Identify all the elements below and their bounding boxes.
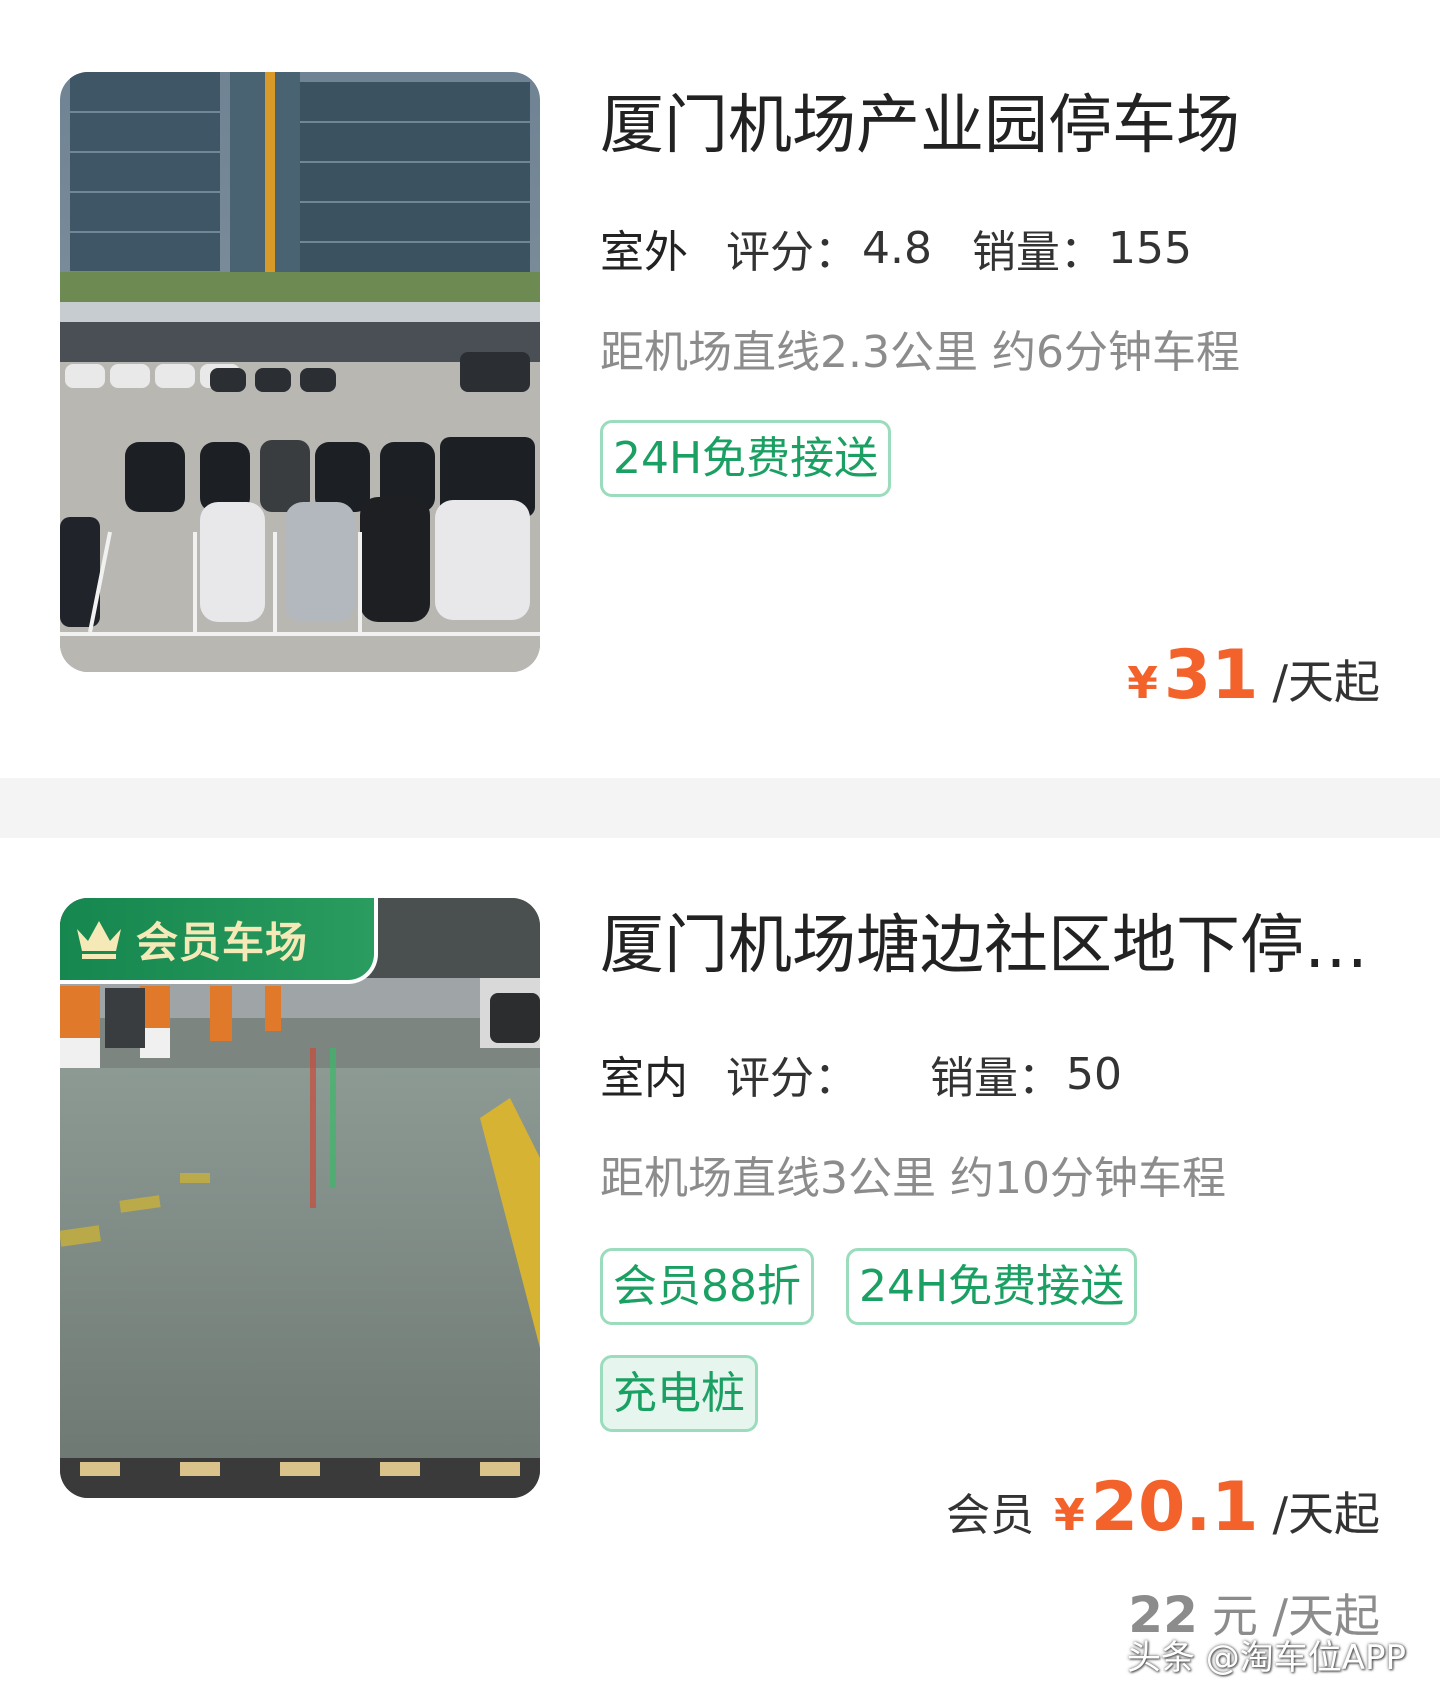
currency-symbol: ¥ bbox=[1054, 1490, 1085, 1541]
lot-type: 室内 bbox=[600, 1042, 696, 1114]
currency-symbol: ¥ bbox=[1127, 658, 1158, 709]
lot-distance: 距机场直线2.3公里 约6分钟车程 bbox=[600, 327, 1240, 378]
lot-type: 室外 bbox=[600, 216, 696, 288]
price-unit: /天起 bbox=[1272, 655, 1381, 709]
tag-free-shuttle: 24H免费接送 bbox=[846, 1248, 1138, 1325]
watermark-text: 头条 @淘车位APP bbox=[1126, 1638, 1406, 1678]
tag-member-discount: 会员88折 bbox=[600, 1248, 814, 1325]
sales-label: 销量： bbox=[971, 227, 1104, 278]
lot-tags: 会员88折 24H免费接送 充电桩 bbox=[600, 1248, 1320, 1432]
tag-free-shuttle: 24H免费接送 bbox=[600, 420, 892, 497]
sales-value: 155 bbox=[1107, 222, 1192, 274]
rating-label: 评分： bbox=[726, 227, 858, 278]
lot-meta: 室内 评分： 销量： 50 bbox=[600, 1042, 1122, 1114]
rating-value: 4.8 bbox=[862, 222, 932, 274]
underground-garage-photo[interactable]: 会员车场 bbox=[60, 898, 540, 1498]
sales-label: 销量： bbox=[930, 1053, 1062, 1104]
lot-distance: 距机场直线3公里 约10分钟车程 bbox=[600, 1153, 1226, 1204]
member-lot-badge: 会员车场 bbox=[60, 898, 378, 984]
lot-price: ¥ 31 /天起 bbox=[1127, 636, 1380, 715]
price-value: 20.1 bbox=[1090, 1468, 1259, 1547]
lot-name[interactable]: 厦门机场塘边社区地下停… bbox=[600, 908, 1370, 985]
rating-label: 评分： bbox=[726, 1053, 858, 1104]
parking-card[interactable]: 会员车场 厦门机场塘边社区地下停… 室内 评分： 销量： 50 距机场直线3公里… bbox=[0, 838, 1440, 1701]
parking-card[interactable]: 厦门机场产业园停车场 室外 评分： 4.8 销量： 155 距机场直线2.3公里… bbox=[0, 0, 1440, 778]
tag-charging-pile: 充电桩 bbox=[600, 1355, 758, 1432]
garage-illustration bbox=[60, 898, 540, 1498]
crown-icon bbox=[77, 921, 121, 959]
parking-lot-illustration bbox=[60, 72, 540, 672]
lot-meta: 室外 评分： 4.8 销量： 155 bbox=[600, 216, 1192, 288]
member-lot-label: 会员车场 bbox=[136, 917, 309, 967]
sales-value: 50 bbox=[1066, 1048, 1122, 1100]
lot-member-price: 会员 ¥ 20.1 /天起 bbox=[946, 1468, 1380, 1547]
price-value: 31 bbox=[1163, 636, 1259, 715]
member-price-label: 会员 bbox=[946, 1490, 1035, 1541]
lot-name[interactable]: 厦门机场产业园停车场 bbox=[600, 88, 1370, 165]
price-unit: /天起 bbox=[1272, 1487, 1381, 1541]
parking-lot-photo[interactable] bbox=[60, 72, 540, 672]
card-separator bbox=[0, 778, 1440, 838]
lot-tags: 24H免费接送 bbox=[600, 420, 1320, 497]
